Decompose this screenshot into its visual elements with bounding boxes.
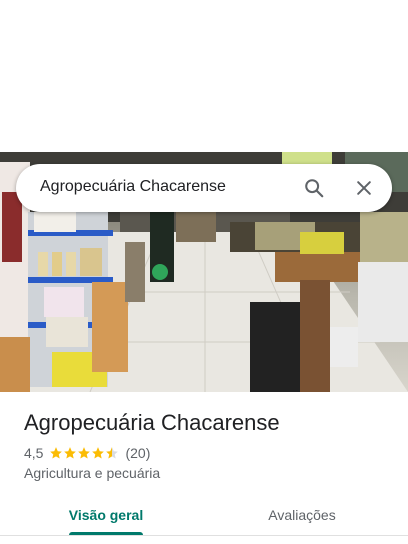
star-icon — [50, 447, 63, 459]
review-count[interactable]: (20) — [125, 445, 150, 461]
star-icon — [92, 447, 105, 459]
star-rating — [49, 446, 119, 460]
tab-divider — [0, 535, 408, 536]
tab-bar: Visão geral Avaliações — [0, 494, 408, 536]
place-title: Agropecuária Chacarense — [24, 410, 280, 435]
search-bar[interactable]: Agropecuária Chacarense — [16, 164, 392, 212]
half-star-icon — [106, 447, 119, 459]
clear-search-button[interactable] — [348, 172, 380, 204]
search-query[interactable]: Agropecuária Chacarense — [40, 178, 226, 196]
star-icon — [78, 447, 91, 459]
place-category: Agricultura e pecuária — [24, 465, 161, 481]
tab-overview[interactable]: Visão geral — [56, 494, 156, 536]
search-button[interactable] — [298, 172, 330, 204]
star-icon — [64, 447, 77, 459]
rating-value: 4,5 — [24, 445, 44, 461]
place-screen: Agropecuária Chacarense Agropecuária Cha… — [0, 0, 408, 544]
close-icon — [357, 181, 371, 195]
rating-row[interactable]: 4,5 (20) — [24, 444, 150, 462]
search-icon — [305, 179, 324, 198]
tab-reviews[interactable]: Avaliações — [252, 494, 352, 536]
